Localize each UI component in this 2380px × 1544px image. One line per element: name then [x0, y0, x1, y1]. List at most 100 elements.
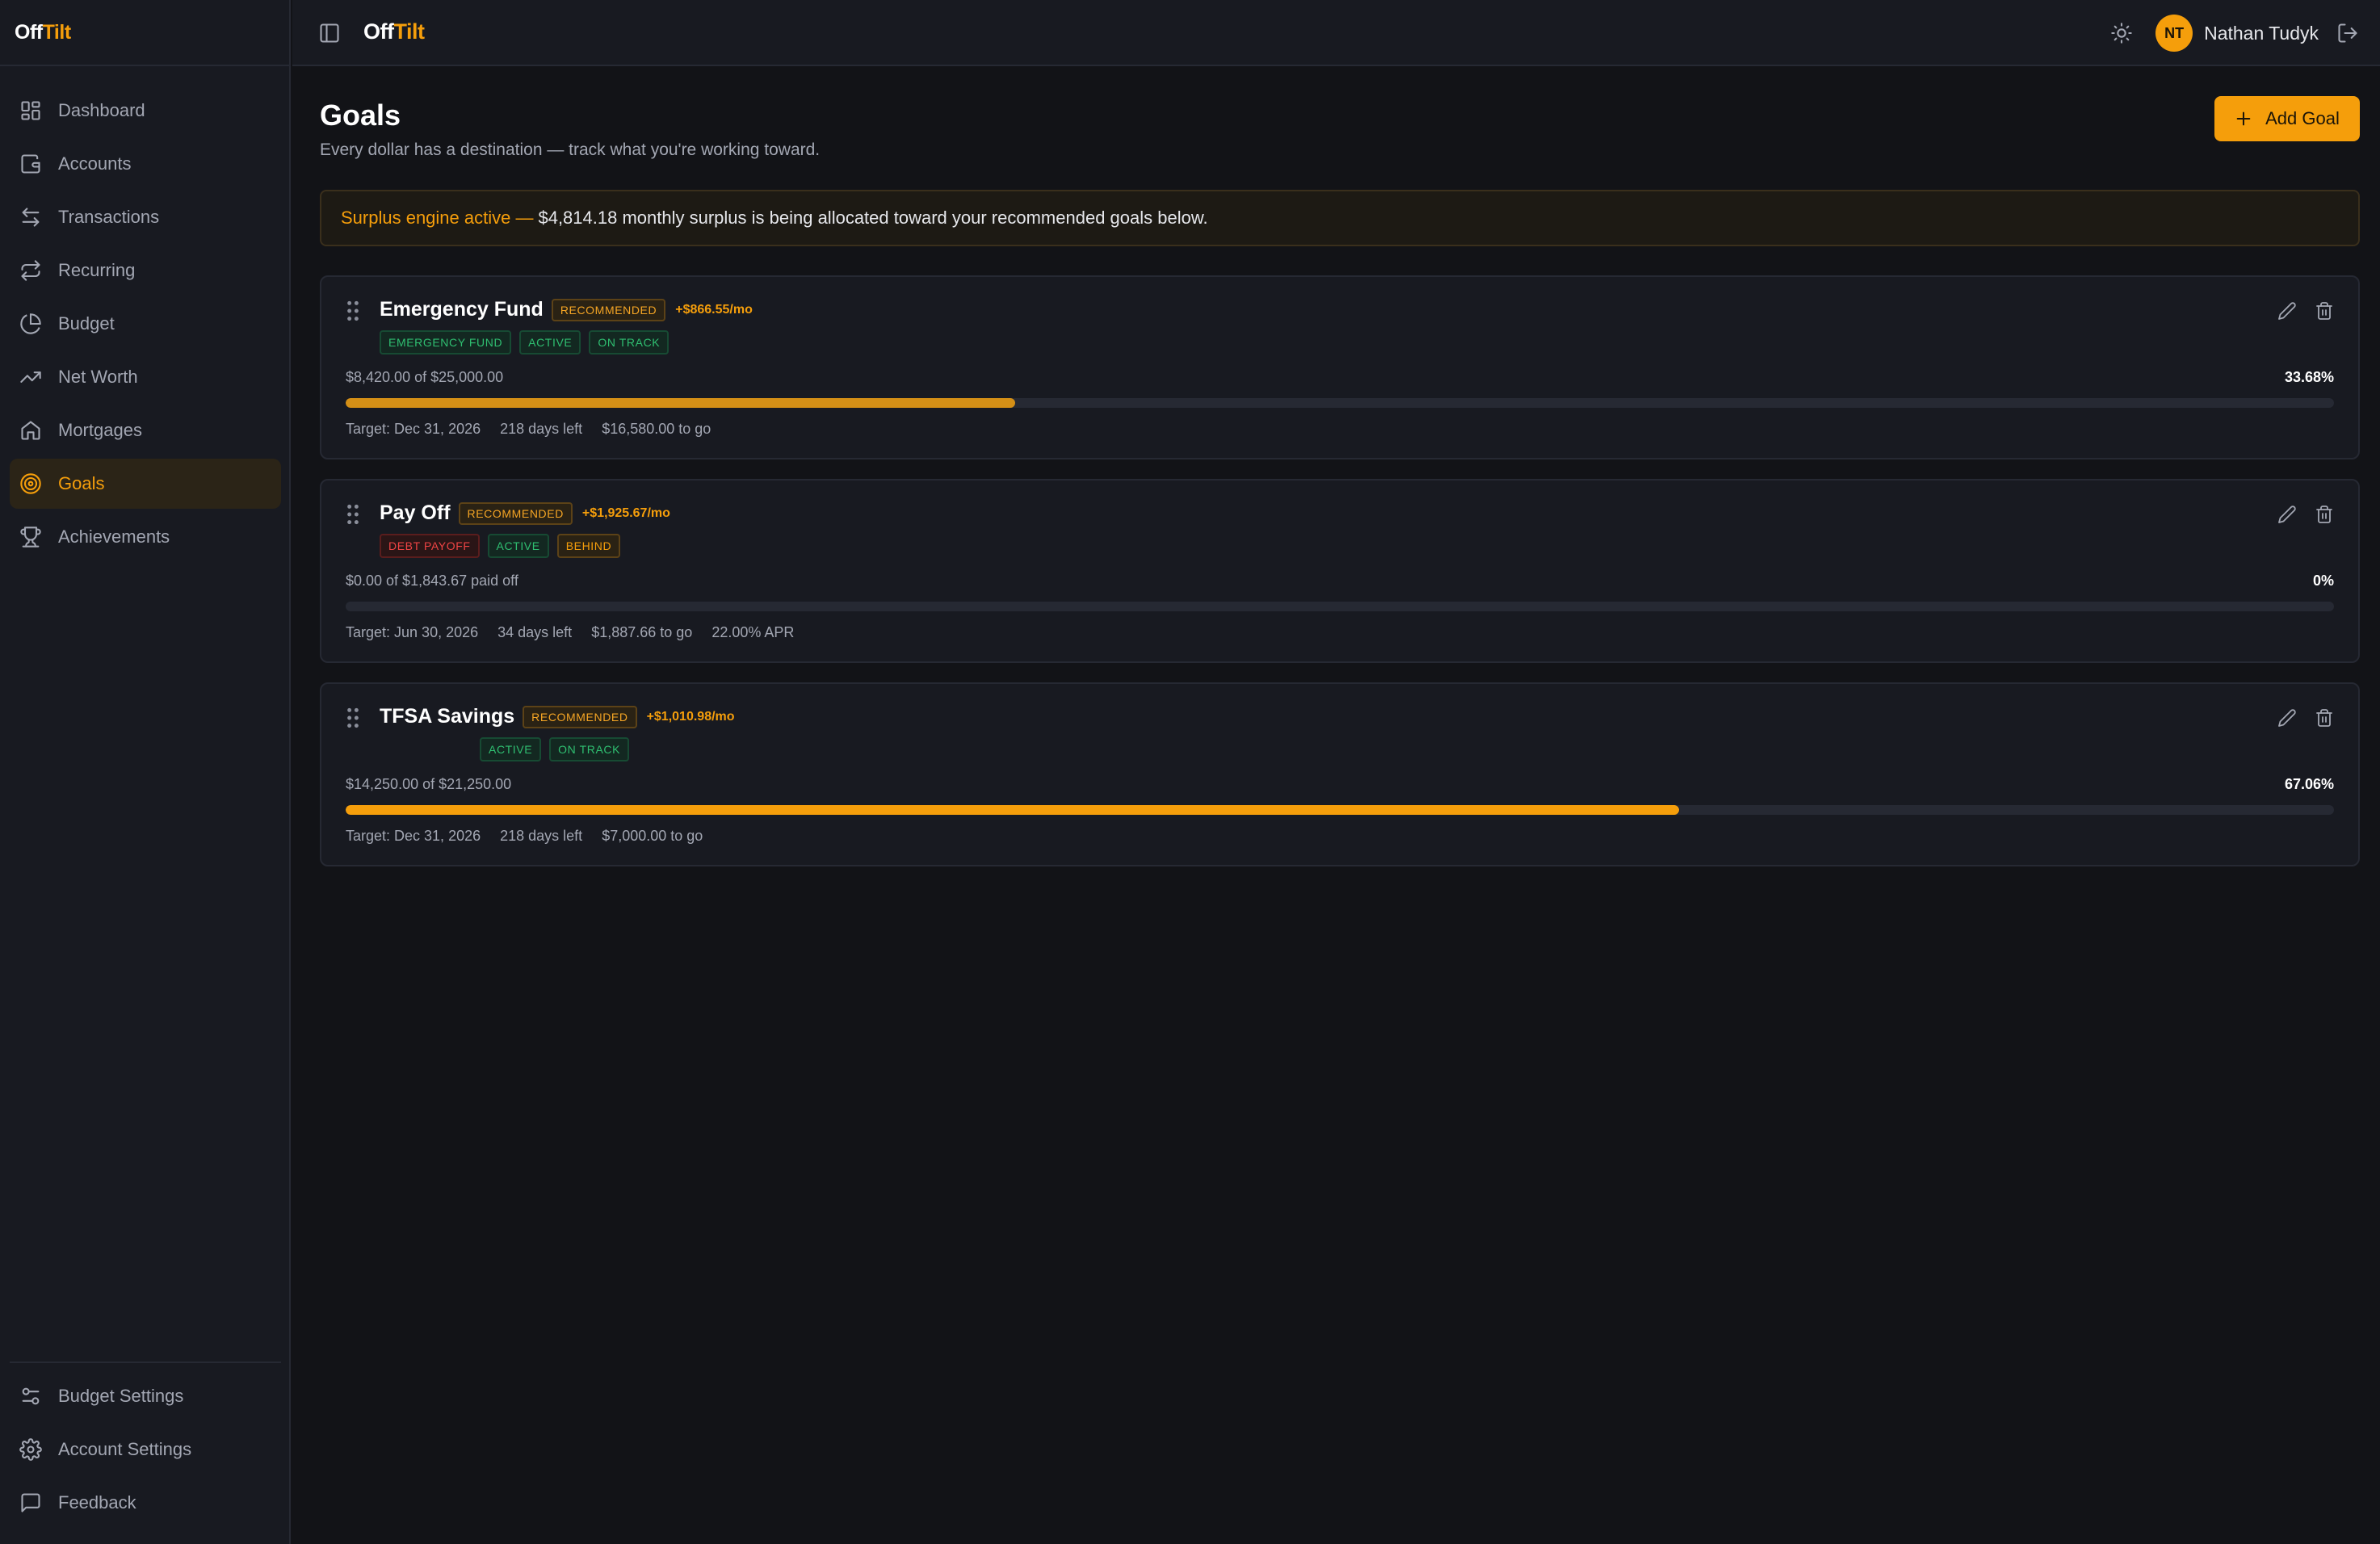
goal-actions	[2260, 301, 2334, 321]
recommended-amount: +$1,925.67/mo	[581, 506, 670, 520]
recommended-badge: RECOMMENDED	[551, 298, 666, 321]
tag-pace: ON TRACK	[589, 330, 670, 355]
sliders-icon	[22, 1387, 40, 1405]
edit-icon[interactable]	[2277, 301, 2297, 321]
sidebar-logo[interactable]: Off Tilt	[0, 0, 289, 66]
tag-status: ACTIVE	[480, 737, 542, 762]
goal-target-date: Target: Dec 31, 2026	[346, 421, 481, 437]
home-icon	[21, 421, 40, 440]
goal-title-row: Pay Off RECOMMENDED +$1,925.67/mo	[380, 501, 670, 525]
sidebar-item-account-settings[interactable]: Account Settings	[10, 1424, 281, 1475]
target-icon	[20, 473, 41, 494]
sidebar-item-recurring[interactable]: Recurring	[10, 245, 281, 296]
sidebar-item-transactions[interactable]: Transactions	[10, 192, 281, 242]
progress-label: $8,420.00 of $25,000.00	[346, 369, 504, 385]
goal-days-left: 218 days left	[500, 421, 583, 437]
goal-remaining: $7,000.00 to go	[602, 828, 703, 844]
progress-track	[346, 602, 2334, 611]
arrows-left-right-icon	[22, 208, 40, 227]
goal-tags: ACTIVE ON TRACK	[480, 737, 637, 762]
goal-meta: Target: Dec 31, 2026 218 days left $16,5…	[346, 421, 730, 438]
trending-up-icon	[20, 371, 41, 383]
recommended-amount: +$1,010.98/mo	[646, 709, 735, 724]
goal-meta: Target: Jun 30, 2026 34 days left $1,887…	[346, 624, 813, 641]
edit-icon[interactable]	[2277, 708, 2297, 728]
tag-status: ACTIVE	[487, 534, 549, 558]
drag-handle-icon[interactable]	[346, 707, 360, 729]
sidebar-item-feedback[interactable]: Feedback	[10, 1478, 281, 1528]
tag-pace: BEHIND	[556, 534, 621, 558]
progress-percent: 33.68%	[2284, 369, 2334, 385]
drag-handle-icon[interactable]	[346, 503, 360, 526]
wallet-icon	[21, 154, 40, 174]
logo-text-off: Off	[15, 20, 43, 44]
trash-icon[interactable]	[2315, 505, 2334, 524]
goal-title: Pay Off	[380, 501, 451, 524]
add-goal-button[interactable]: Add Goal	[2214, 96, 2360, 141]
progress-fill	[346, 805, 1680, 815]
gear-icon	[19, 1438, 42, 1461]
sidebar-item-label: Accounts	[58, 153, 132, 174]
sidebar-item-budget-settings[interactable]: Budget Settings	[10, 1371, 281, 1421]
sidebar-item-label: Net Worth	[58, 367, 138, 387]
sidebar-item-accounts[interactable]: Accounts	[10, 139, 281, 189]
goal-tags: EMERGENCY FUND ACTIVE ON TRACK	[380, 330, 677, 355]
progress-label: $14,250.00 of $21,250.00	[346, 776, 512, 792]
sun-icon[interactable]	[2110, 22, 2133, 44]
sidebar: Off Tilt Dashboard Accounts Transactions …	[0, 0, 291, 1544]
progress-track	[346, 805, 2334, 815]
avatar[interactable]: NT	[2155, 15, 2193, 52]
goal-target-date: Target: Dec 31, 2026	[346, 828, 481, 844]
sidebar-item-label: Achievements	[58, 527, 170, 547]
goal-remaining: $1,887.66 to go	[591, 624, 693, 640]
recommended-badge: RECOMMENDED	[458, 501, 573, 525]
sidebar-item-net-worth[interactable]: Net Worth	[10, 352, 281, 402]
sidebar-nav: Dashboard Accounts Transactions Recurrin…	[10, 86, 281, 565]
sidebar-bottom-nav: Budget Settings Account Settings Feedbac…	[10, 1371, 281, 1531]
sidebar-item-label: Mortgages	[58, 420, 142, 440]
logout-icon[interactable]	[2336, 22, 2359, 44]
progress-track	[346, 398, 2334, 408]
page-subtitle: Every dollar has a destination — track w…	[320, 141, 821, 159]
goal-actions	[2260, 505, 2334, 524]
repeat-icon	[21, 260, 40, 281]
progress-percent: 0%	[2312, 573, 2334, 589]
sidebar-item-label: Budget Settings	[58, 1386, 184, 1406]
drag-handle-icon[interactable]	[346, 300, 360, 322]
goal-apr: 22.00% APR	[711, 624, 795, 640]
header-logo[interactable]: OffTilt	[363, 19, 425, 44]
goal-actions	[2260, 708, 2334, 728]
sidebar-divider	[10, 1361, 281, 1363]
dashboard-icon	[21, 101, 40, 120]
goal-target-date: Target: Jun 30, 2026	[346, 624, 479, 640]
user-name[interactable]: Nathan Tudyk	[2204, 23, 2319, 44]
sidebar-item-mortgages[interactable]: Mortgages	[10, 405, 281, 455]
recommended-amount: +$866.55/mo	[675, 302, 753, 317]
goal-remaining: $16,580.00 to go	[602, 421, 711, 437]
goal-title-row: Emergency Fund RECOMMENDED +$866.55/mo	[380, 298, 753, 321]
progress-label: $0.00 of $1,843.67 paid off	[346, 573, 518, 589]
logo-text-off: Off	[363, 19, 394, 44]
goal-title-row: TFSA Savings RECOMMENDED +$1,010.98/mo	[380, 705, 735, 728]
sidebar-toggle-icon[interactable]	[318, 22, 341, 44]
trash-icon[interactable]	[2315, 708, 2334, 728]
progress-percent: 67.06%	[2284, 776, 2334, 792]
sidebar-item-label: Feedback	[58, 1492, 136, 1513]
goal-tags: DEBT PAYOFF ACTIVE BEHIND	[380, 534, 628, 558]
goal-days-left: 218 days left	[500, 828, 583, 844]
tag-category: DEBT PAYOFF	[380, 534, 480, 558]
add-goal-label: Add Goal	[2265, 108, 2340, 128]
page-title: Goals	[320, 99, 401, 132]
sidebar-item-budget[interactable]: Budget	[10, 299, 281, 349]
sidebar-item-label: Dashboard	[58, 100, 145, 120]
goal-card: Pay Off RECOMMENDED +$1,925.67/mo DEBT P…	[320, 479, 2360, 663]
edit-icon[interactable]	[2277, 505, 2297, 524]
sidebar-item-label: Account Settings	[58, 1439, 192, 1459]
sidebar-item-dashboard[interactable]: Dashboard	[10, 86, 281, 136]
trash-icon[interactable]	[2315, 301, 2334, 321]
trophy-icon	[20, 527, 41, 548]
sidebar-item-goals[interactable]: Goals	[10, 459, 281, 509]
sidebar-item-achievements[interactable]: Achievements	[10, 512, 281, 562]
goal-title: TFSA Savings	[380, 705, 515, 728]
goal-days-left: 34 days left	[497, 624, 573, 640]
